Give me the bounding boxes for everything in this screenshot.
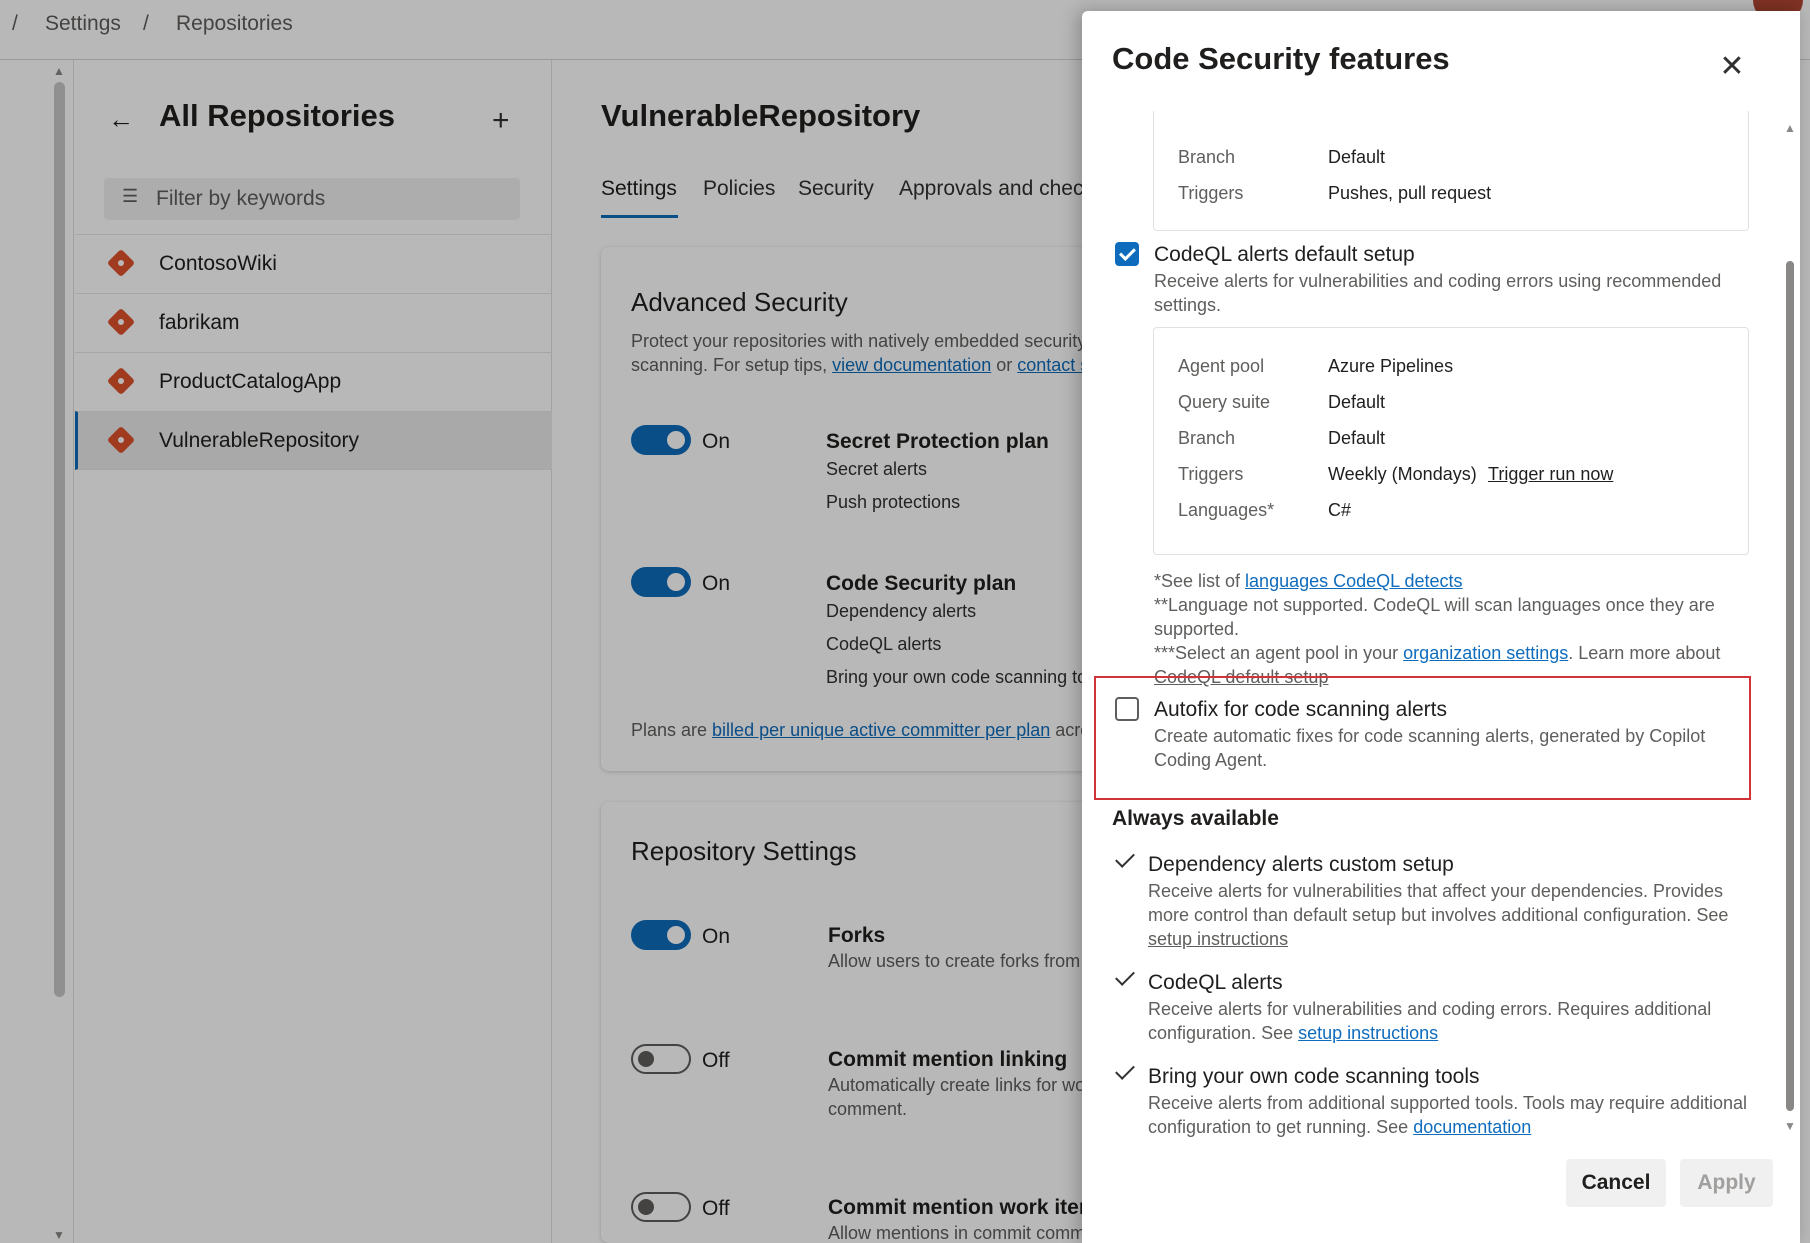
always-item-title: Dependency alerts custom setup bbox=[1148, 853, 1454, 876]
always-item-desc: configuration to get running. See docume… bbox=[1148, 1117, 1532, 1137]
apply-button[interactable]: Apply bbox=[1680, 1159, 1773, 1207]
config-value: Default bbox=[1328, 392, 1386, 412]
autofix-desc-2: Coding Agent. bbox=[1154, 750, 1268, 770]
trigger-run-now-link[interactable]: Trigger run now bbox=[1488, 464, 1613, 485]
always-available-heading: Always available bbox=[1112, 807, 1279, 830]
always-item-title: CodeQL alerts bbox=[1148, 971, 1283, 994]
always-item-desc: more control than default setup but invo… bbox=[1148, 905, 1729, 925]
codeql-default-desc: Receive alerts for vulnerabilities and c… bbox=[1154, 271, 1722, 291]
unsupported-note: **Language not supported. CodeQL will sc… bbox=[1154, 595, 1715, 615]
config-value: Default bbox=[1328, 147, 1386, 167]
codeql-default-checkbox[interactable] bbox=[1115, 242, 1139, 266]
check-icon bbox=[1115, 966, 1135, 986]
check-icon bbox=[1115, 848, 1135, 868]
languages-link[interactable]: languages CodeQL detects bbox=[1245, 571, 1463, 591]
autofix-desc: Create automatic fixes for code scanning… bbox=[1154, 726, 1706, 746]
config-key: Languages* bbox=[1178, 500, 1275, 520]
scroll-down-icon[interactable]: ▼ bbox=[1784, 1119, 1796, 1133]
agent-pool-note: ***Select an agent pool in your organiza… bbox=[1154, 643, 1721, 663]
config-value: Pushes, pull request bbox=[1328, 183, 1492, 203]
config-key: Branch bbox=[1178, 428, 1236, 448]
check-icon bbox=[1115, 1060, 1135, 1080]
code-security-dialog: Code Security features ✕ Branch Default … bbox=[1082, 11, 1800, 1243]
dialog-title: Code Security features bbox=[1112, 41, 1450, 76]
always-item-desc: Receive alerts for vulnerabilities and c… bbox=[1148, 999, 1712, 1019]
setup-instructions-link[interactable]: setup instructions bbox=[1148, 927, 1288, 951]
config-value: C# bbox=[1328, 500, 1352, 520]
config-value: Azure Pipelines bbox=[1328, 356, 1454, 376]
previous-config-box: Branch Default Triggers Pushes, pull req… bbox=[1153, 111, 1749, 231]
autofix-checkbox[interactable] bbox=[1115, 697, 1139, 721]
codeql-config-box: Agent pool Azure Pipelines Query suite D… bbox=[1153, 327, 1749, 555]
setup-instructions-link[interactable]: setup instructions bbox=[1298, 1023, 1438, 1043]
cancel-button[interactable]: Cancel bbox=[1566, 1159, 1666, 1207]
always-item-desc: configuration. See setup instructions bbox=[1148, 1023, 1439, 1043]
config-key: Agent pool bbox=[1178, 356, 1265, 376]
languages-note: *See list of languages CodeQL detects bbox=[1154, 571, 1463, 591]
config-key: Triggers bbox=[1178, 464, 1244, 484]
unsupported-note-2: supported. bbox=[1154, 619, 1240, 639]
always-item-desc: Receive alerts from additional supported… bbox=[1148, 1093, 1747, 1113]
config-value: Weekly (Mondays) bbox=[1328, 464, 1477, 484]
always-item-desc: Receive alerts for vulnerabilities that … bbox=[1148, 881, 1723, 901]
config-key: Triggers bbox=[1178, 183, 1244, 203]
always-item-title: Bring your own code scanning tools bbox=[1148, 1065, 1480, 1088]
organization-settings-link[interactable]: organization settings bbox=[1403, 643, 1568, 663]
documentation-link[interactable]: documentation bbox=[1413, 1117, 1531, 1137]
dialog-scrollbar[interactable] bbox=[1786, 261, 1794, 1111]
scroll-up-icon[interactable]: ▲ bbox=[1784, 121, 1796, 135]
autofix-title: Autofix for code scanning alerts bbox=[1154, 698, 1447, 721]
config-key: Branch bbox=[1178, 147, 1236, 167]
codeql-default-title: CodeQL alerts default setup bbox=[1154, 243, 1415, 266]
codeql-default-desc-2: settings. bbox=[1154, 295, 1222, 315]
config-key: Query suite bbox=[1178, 392, 1271, 412]
close-icon[interactable]: ✕ bbox=[1712, 47, 1752, 87]
config-value: Default bbox=[1328, 428, 1386, 448]
